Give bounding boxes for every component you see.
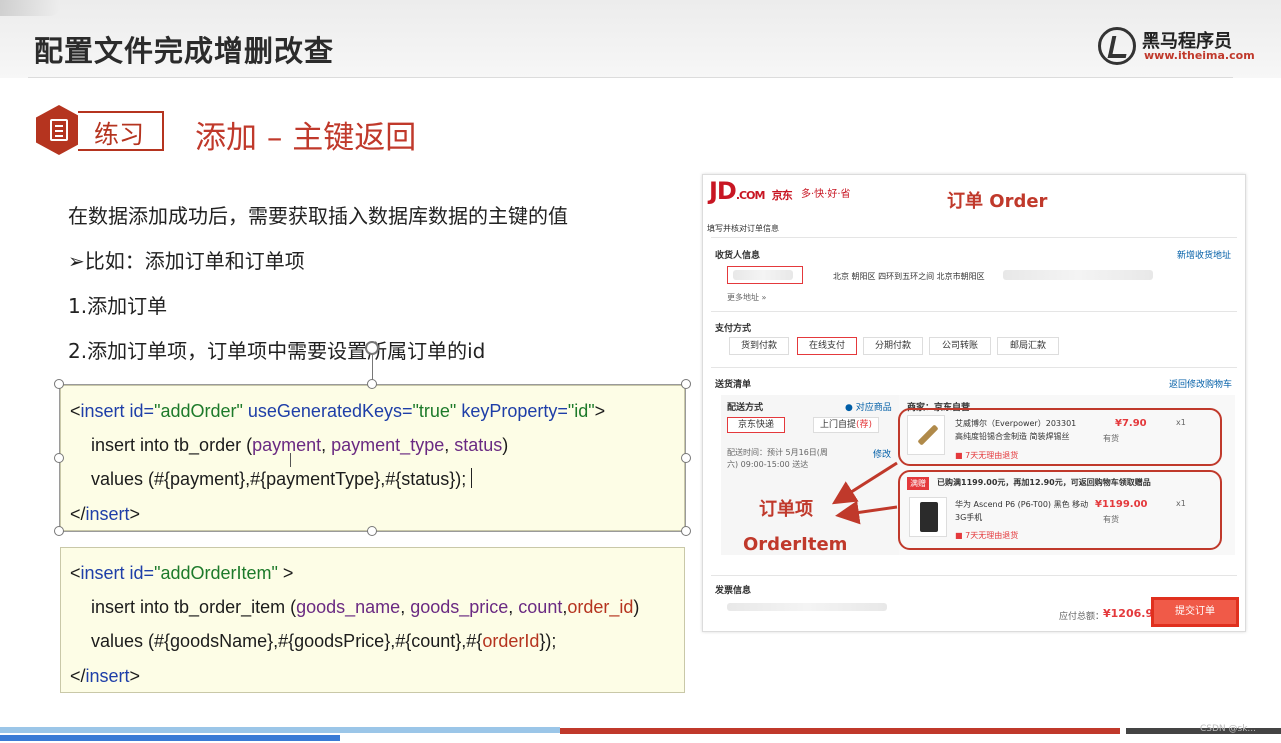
exercise-title: 添加 – 主键返回 bbox=[195, 120, 417, 156]
header-decoration bbox=[0, 0, 60, 16]
body-line-3: 1.添加订单 bbox=[68, 294, 168, 318]
code-token: goods_name bbox=[296, 597, 401, 617]
code-token: }); bbox=[539, 631, 557, 651]
resize-handle-nw[interactable] bbox=[54, 379, 64, 389]
rotate-handle[interactable] bbox=[365, 341, 379, 355]
selection-frame bbox=[59, 384, 686, 532]
resize-handle-w[interactable] bbox=[54, 453, 64, 463]
code-token: ) bbox=[633, 597, 640, 617]
annotation-arrows bbox=[831, 461, 898, 525]
resize-handle-n[interactable] bbox=[367, 379, 377, 389]
brand-logo-icon bbox=[1098, 27, 1136, 65]
code-token: < bbox=[70, 563, 81, 583]
body-line-4: 2.添加订单项，订单项中需要设置所属订单的id bbox=[68, 339, 486, 363]
body-line-1: 在数据添加成功后，需要获取插入数据库数据的主键的值 bbox=[68, 204, 568, 228]
ibeam-cursor-icon bbox=[290, 453, 292, 467]
jd-checkout-screenshot: JD.COM 京东 多·快·好·省 订单 Order 填写并核对订单信息 收货人… bbox=[702, 174, 1246, 632]
resize-handle-e[interactable] bbox=[681, 453, 691, 463]
document-icon bbox=[50, 119, 68, 141]
text-caret bbox=[471, 468, 472, 488]
code-line: values (#{goodsName},#{goodsPrice},#{cou… bbox=[91, 631, 556, 652]
code-token: "addOrderItem" bbox=[154, 563, 278, 583]
footer-bar-red bbox=[560, 728, 1120, 734]
code-token: order_id bbox=[567, 597, 634, 617]
code-token: insert bbox=[80, 563, 125, 583]
code-token: > bbox=[129, 666, 141, 686]
code-token: id= bbox=[124, 563, 155, 583]
arrow-to-item-1 bbox=[831, 461, 898, 505]
code-token: > bbox=[277, 563, 294, 583]
code-token: , bbox=[508, 597, 519, 617]
code-token: orderId bbox=[482, 631, 540, 651]
brand-logo-url: www.itheima.com bbox=[1144, 49, 1255, 62]
body-line-2: ➢比如：添加订单和订单项 bbox=[68, 249, 305, 273]
slide-title: 配置文件完成增删改查 bbox=[34, 34, 335, 68]
jd-divider bbox=[711, 575, 1237, 576]
slide-header: 配置文件完成增删改查 黑马程序员 www.itheima.com bbox=[0, 0, 1281, 78]
code-line: </insert> bbox=[70, 666, 140, 687]
watermark: CSDN @sk... bbox=[1200, 724, 1257, 734]
code-token: </ bbox=[70, 666, 86, 686]
brand-logo: 黑马程序员 www.itheima.com bbox=[1098, 25, 1255, 65]
resize-handle-sw[interactable] bbox=[54, 526, 64, 536]
submit-order-button[interactable]: 提交订单 bbox=[1151, 597, 1239, 627]
code-line: <insert id="addOrderItem" > bbox=[70, 563, 293, 584]
code-token: count bbox=[518, 597, 563, 617]
code-token: insert into tb_order_item ( bbox=[91, 597, 297, 617]
blurred-invoice bbox=[727, 603, 887, 611]
code-token: insert bbox=[85, 666, 130, 686]
code-token: , bbox=[400, 597, 411, 617]
resize-handle-s[interactable] bbox=[367, 526, 377, 536]
header-divider bbox=[28, 77, 1233, 78]
exercise-hexagon bbox=[36, 105, 82, 155]
code-block-add-order-item[interactable]: <insert id="addOrderItem" > insert into … bbox=[60, 547, 685, 693]
resize-handle-ne[interactable] bbox=[681, 379, 691, 389]
resize-handle-se[interactable] bbox=[681, 526, 691, 536]
footer-bar-blue bbox=[0, 735, 340, 741]
exercise-tag: 练习 bbox=[78, 111, 164, 151]
code-token: goods_price bbox=[410, 597, 509, 617]
invoice-title: 发票信息 bbox=[715, 586, 752, 596]
code-token: values (#{goodsName},#{goodsPrice},#{cou… bbox=[91, 631, 483, 651]
footer-bar-lightblue bbox=[0, 727, 560, 733]
code-line: insert into tb_order_item (goods_name, g… bbox=[91, 597, 639, 618]
total-label: 应付总额： bbox=[1059, 612, 1105, 622]
arrow-to-item-2 bbox=[835, 500, 898, 525]
